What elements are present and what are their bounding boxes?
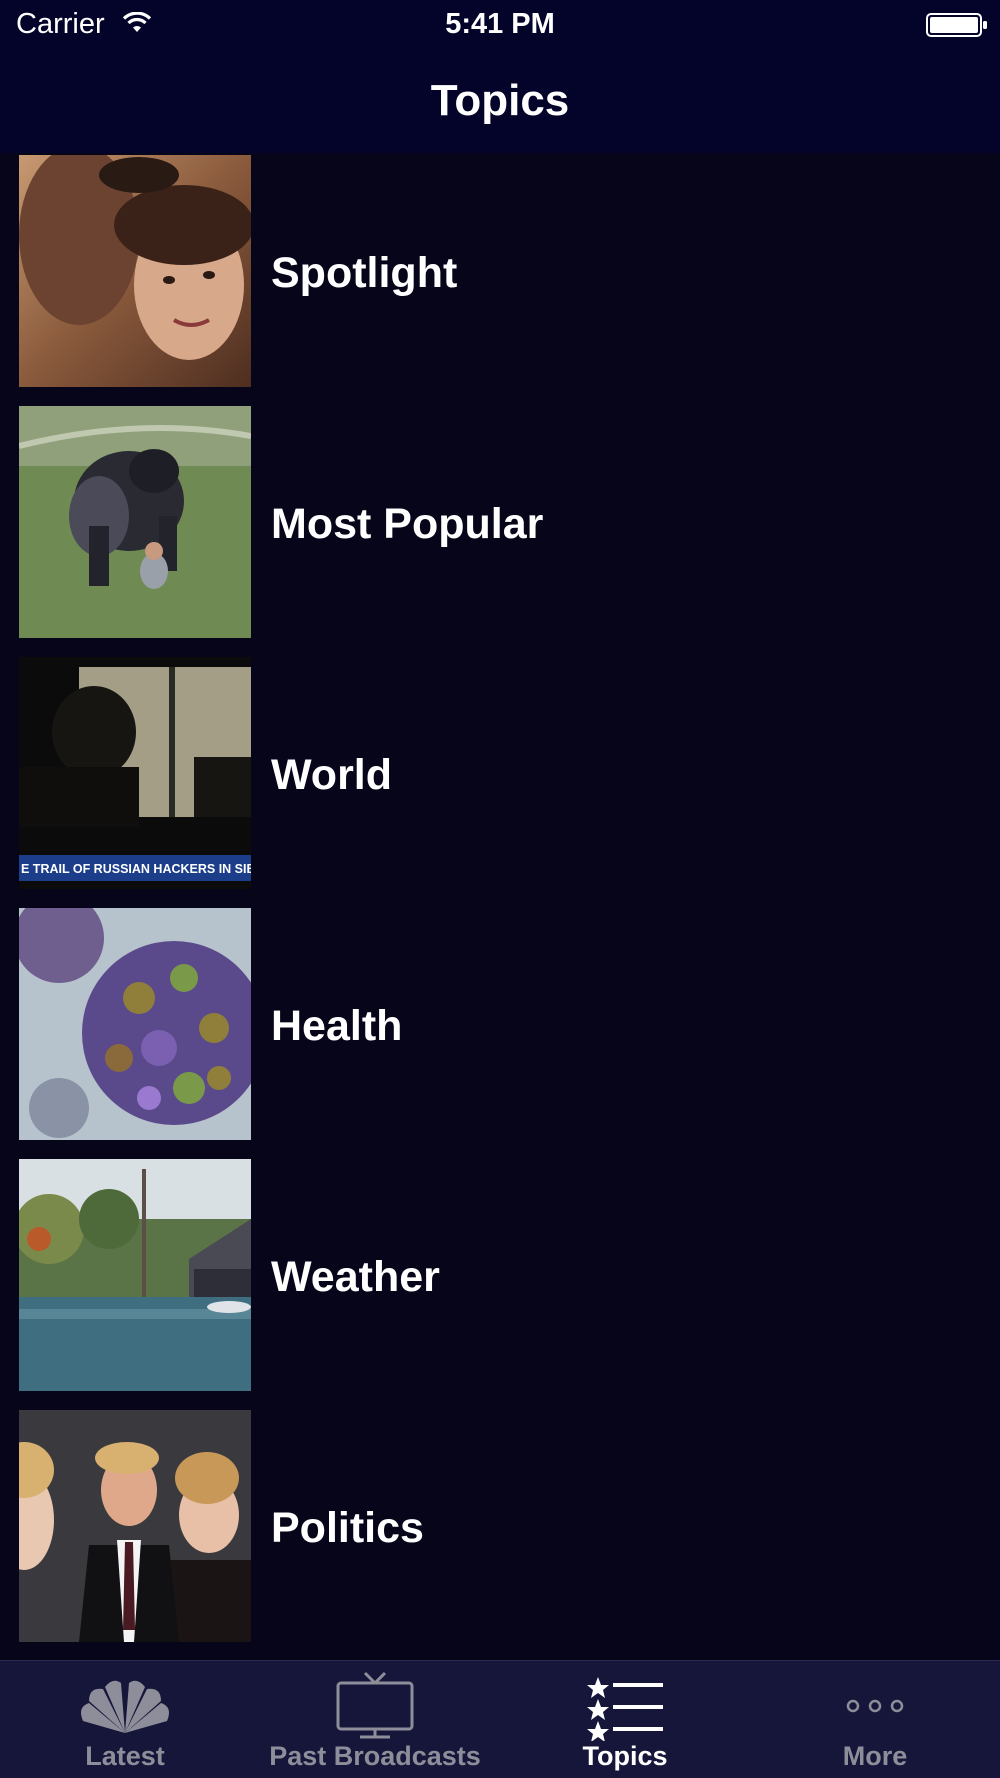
health-thumbnail: [19, 908, 251, 1140]
peacock-icon: [75, 1671, 175, 1741]
topic-row-politics[interactable]: Politics: [0, 1408, 1000, 1658]
status-bar: Carrier 5:41 PM: [0, 0, 1000, 48]
topic-label: Health: [271, 1002, 403, 1050]
most-popular-thumbnail: [19, 406, 251, 638]
star-list-icon: [575, 1671, 675, 1742]
tab-bar: Latest Past Broadcasts Topics More: [0, 1660, 1000, 1778]
topic-row-health[interactable]: Health: [0, 906, 1000, 1156]
tab-label: Topics: [582, 1741, 668, 1771]
topic-list[interactable]: Spotlight Most Popular E TRAIL OF RUSSIA…: [0, 153, 1000, 1660]
world-thumbnail-caption: E TRAIL OF RUSSIAN HACKERS IN SIBERIA: [21, 862, 251, 876]
navigation-bar: Topics: [0, 48, 1000, 153]
topic-label: Politics: [271, 1504, 424, 1552]
battery-icon: [926, 13, 988, 42]
tab-label: Past Broadcasts: [269, 1741, 481, 1771]
page-title: Topics: [430, 76, 570, 125]
topic-label: World: [271, 751, 393, 799]
world-thumbnail: E TRAIL OF RUSSIAN HACKERS IN SIBERIA: [19, 657, 251, 889]
topic-label: Weather: [271, 1253, 440, 1301]
more-dots-icon: [825, 1671, 925, 1741]
politics-thumbnail: [19, 1410, 251, 1642]
tab-past-broadcasts[interactable]: Past Broadcasts: [250, 1661, 500, 1778]
topic-row-most-popular[interactable]: Most Popular: [0, 404, 1000, 654]
tv-icon: [325, 1671, 425, 1741]
weather-thumbnail: [19, 1159, 251, 1391]
spotlight-thumbnail: [19, 155, 251, 387]
tab-topics[interactable]: Topics: [500, 1661, 750, 1778]
topic-row-world[interactable]: E TRAIL OF RUSSIAN HACKERS IN SIBERIA Wo…: [0, 655, 1000, 905]
clock: 5:41 PM: [445, 8, 555, 40]
tab-label: More: [842, 1741, 908, 1771]
topic-row-weather[interactable]: Weather: [0, 1157, 1000, 1407]
topic-label: Spotlight: [271, 249, 458, 297]
tab-label: Latest: [85, 1741, 165, 1771]
topic-label: Most Popular: [271, 500, 544, 548]
tab-more[interactable]: More: [750, 1661, 1000, 1778]
tab-latest[interactable]: Latest: [0, 1661, 250, 1778]
topic-row-spotlight[interactable]: Spotlight: [0, 153, 1000, 403]
